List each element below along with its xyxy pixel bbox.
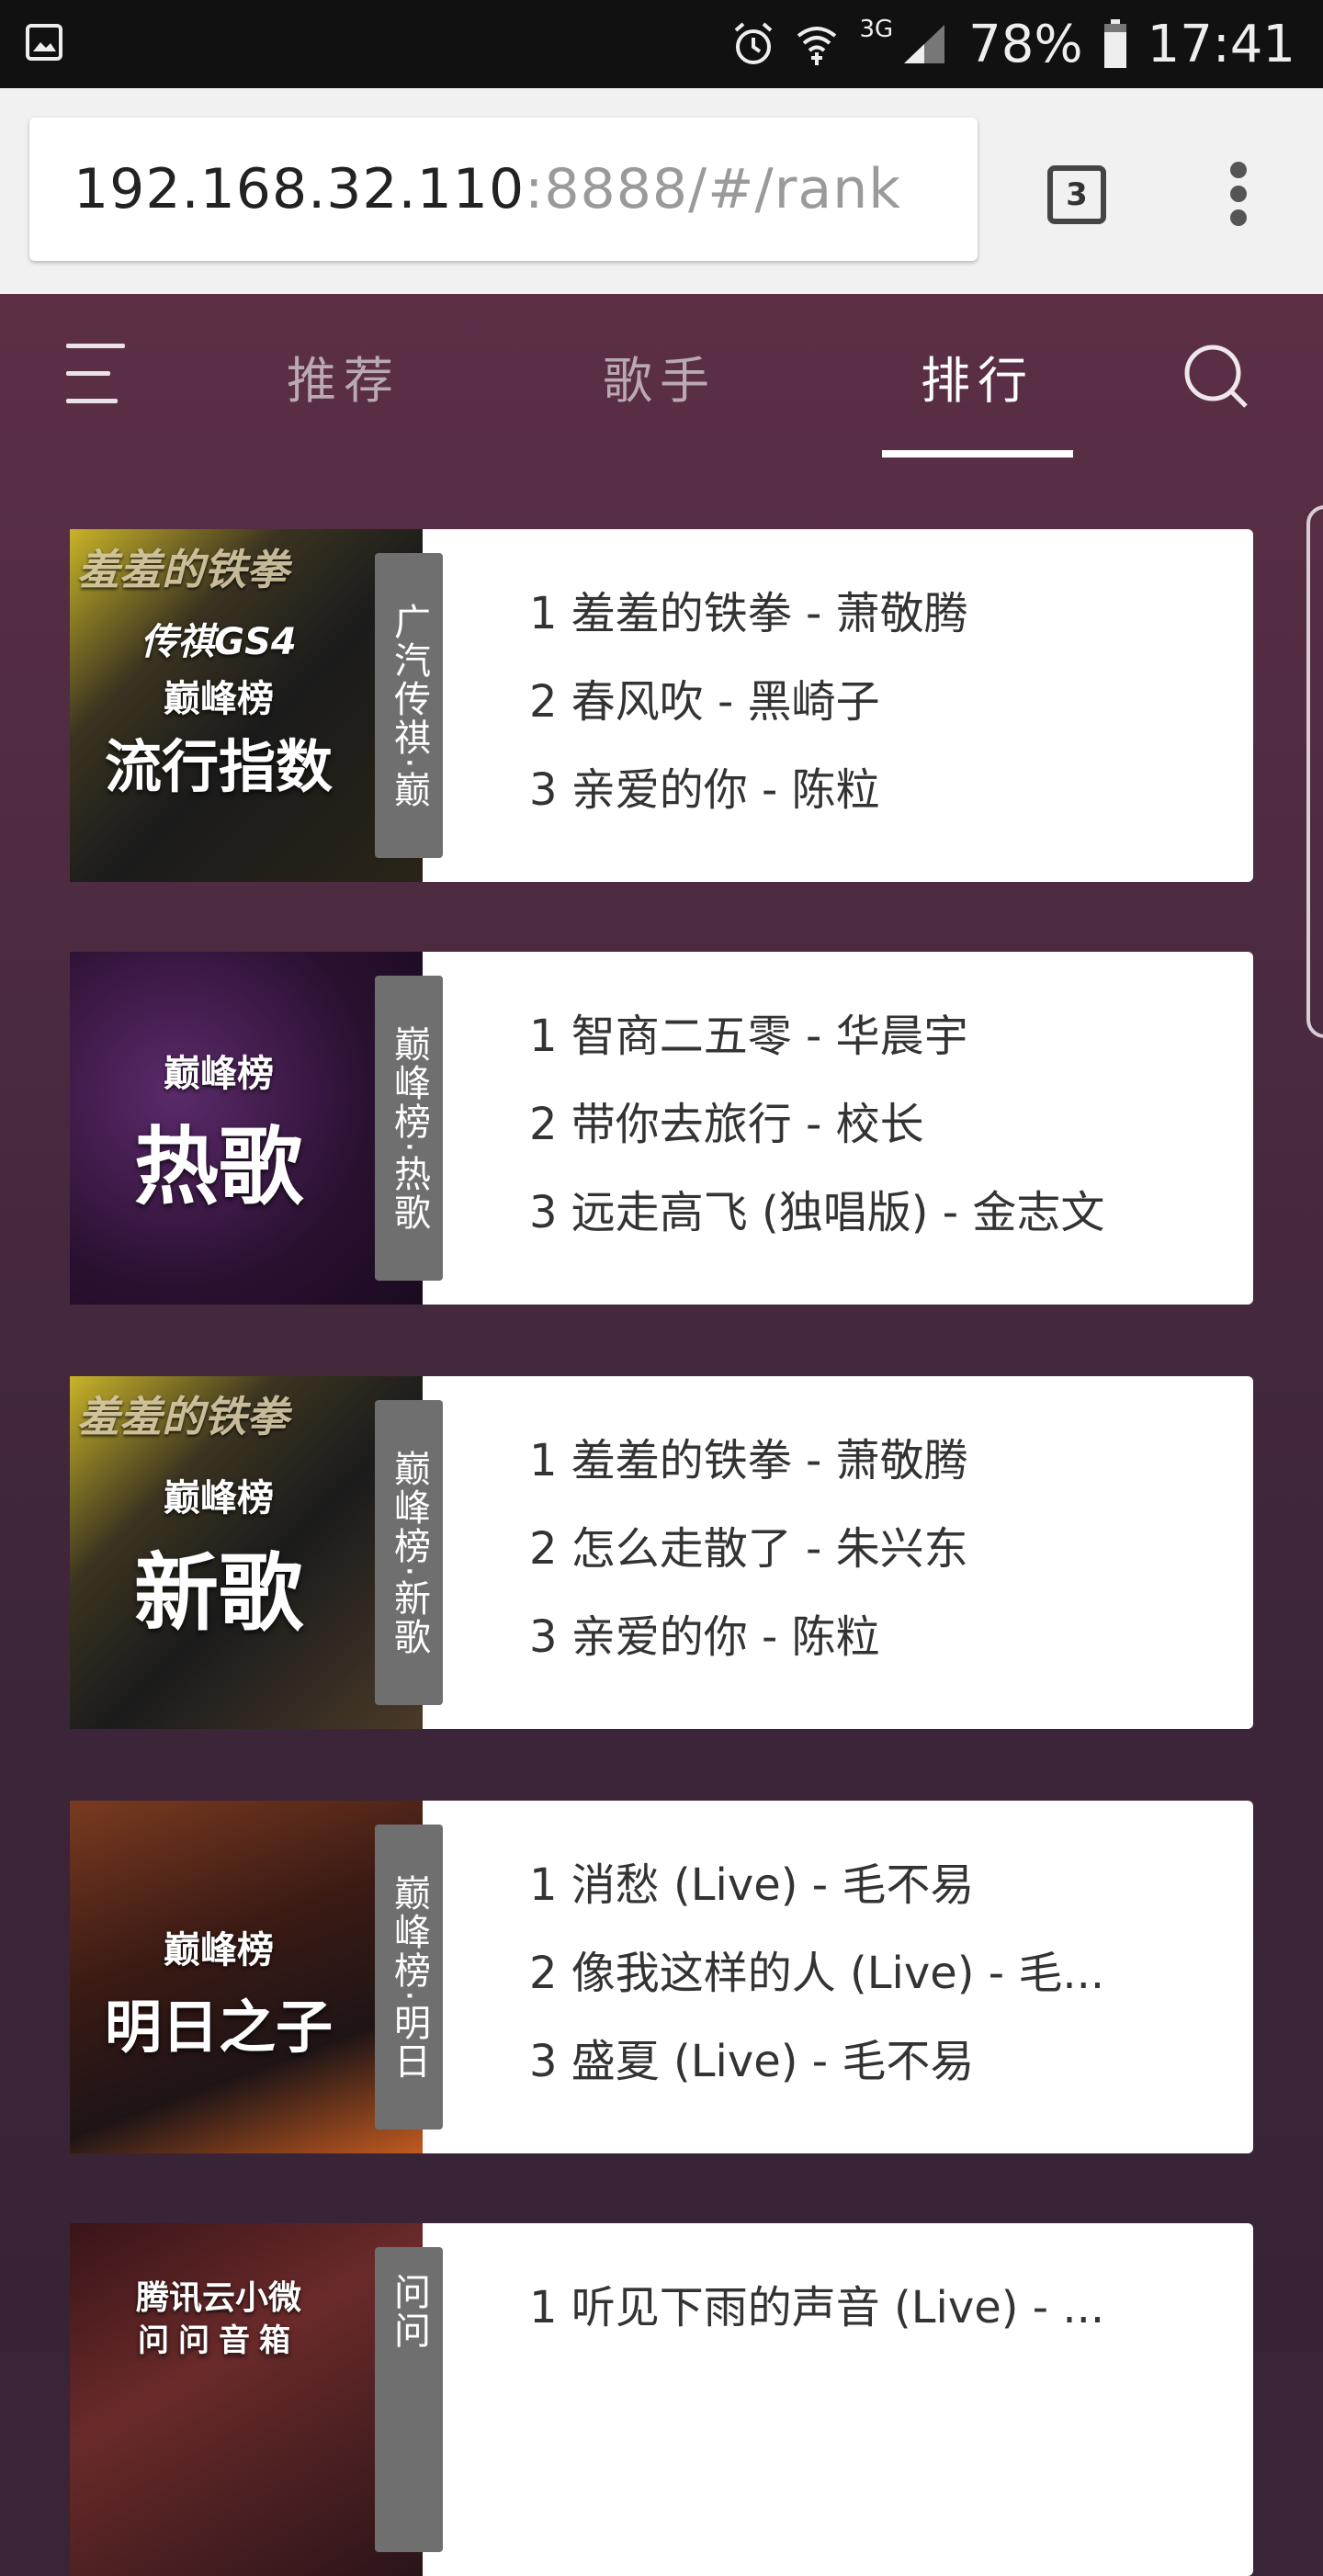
rank-cover-image: 羞羞的铁拳 巅峰榜 新歌	[70, 1376, 423, 1729]
cover-title: 新歌	[133, 1544, 303, 1643]
image-icon	[26, 24, 62, 61]
rank-card[interactable]: 羞羞的铁拳 巅峰榜 新歌 巅峰榜·新歌 1 羞羞的铁拳 - 萧敬腾 2 怎么走散…	[70, 1376, 1253, 1729]
rank-cover-image: 腾讯云小微 问问音箱	[70, 2223, 423, 2576]
tab-singer[interactable]: 歌手	[568, 340, 752, 412]
rank-cover-image: 巅峰榜 热歌	[70, 952, 423, 1305]
scroll-indicator	[1306, 505, 1323, 1038]
battery-percent: 78%	[968, 14, 1083, 74]
tab-switcher-button[interactable]: 3	[1047, 165, 1106, 224]
song-list: 1 消愁 (Live) - 毛不易 2 像我这样的人 (Live) - 毛...…	[529, 1841, 1216, 2106]
cover-logo: 巅峰榜	[164, 1477, 274, 1520]
song-item: 3 远走高飞 (独唱版) - 金志文	[529, 1187, 1105, 1238]
tab-rank[interactable]: 排行	[886, 340, 1069, 412]
url-host: 192.168.32.110	[74, 157, 526, 221]
cover-title: 明日之子	[104, 1994, 333, 2061]
clock: 17:41	[1147, 14, 1295, 74]
rank-card[interactable]: 羞羞的铁拳 传祺GS4 巅峰榜 流行指数 广汽传祺·巅 1 羞羞的铁拳 - 萧敬…	[70, 529, 1253, 882]
url-path: :8888/#/rank	[525, 157, 901, 221]
song-list: 1 羞羞的铁拳 - 萧敬腾 2 春风吹 - 黑崎子 3 亲爱的你 - 陈粒	[529, 570, 1216, 834]
browser-toolbar: 192.168.32.110:8888/#/rank 3	[0, 88, 1323, 294]
rank-tag: 问问	[375, 2247, 443, 2552]
song-item: 1 消愁 (Live) - 毛不易	[529, 1859, 975, 1911]
song-item: 1 听见下雨的声音 (Live) - ...	[529, 2282, 1105, 2333]
rank-tag: 巅峰榜·热歌	[375, 976, 443, 1281]
status-bar: 3G 78% 17:41	[0, 0, 1323, 88]
search-icon[interactable]	[1182, 342, 1251, 412]
song-item: 3 盛夏 (Live) - 毛不易	[529, 2036, 975, 2087]
app-container: 推荐 歌手 排行 羞羞的铁拳 传祺GS4 巅峰榜 流行指数 广汽传祺·巅 1 羞…	[0, 294, 1323, 2576]
song-item: 2 怎么走散了 - 朱兴东	[529, 1523, 968, 1575]
cover-brand-text: 腾讯云小微	[135, 2279, 301, 2317]
wifi-icon	[797, 27, 837, 65]
cover-brand-text: 传祺GS4	[141, 621, 297, 663]
rank-cover-image: 羞羞的铁拳 传祺GS4 巅峰榜 流行指数	[70, 529, 423, 882]
cover-logo: 巅峰榜	[164, 1053, 274, 1095]
song-item: 1 羞羞的铁拳 - 萧敬腾	[529, 588, 968, 639]
rank-tag: 广汽传祺·巅	[375, 553, 443, 858]
song-list: 1 听见下雨的声音 (Live) - ...	[529, 2264, 1216, 2352]
address-bar[interactable]: 192.168.32.110:8888/#/rank	[29, 118, 978, 261]
song-item: 2 春风吹 - 黑崎子	[529, 676, 880, 728]
song-item: 2 带你去旅行 - 校长	[529, 1099, 924, 1150]
cover-title: 热歌	[133, 1118, 303, 1216]
cover-top-text: 羞羞的铁拳	[77, 1392, 288, 1441]
signal-icon	[904, 25, 945, 63]
more-options-icon[interactable]	[1216, 162, 1261, 232]
tab-recommend[interactable]: 推荐	[252, 340, 435, 412]
alarm-icon	[735, 22, 773, 64]
rank-tag: 巅峰榜·新歌	[375, 1400, 443, 1705]
cover-logo: 巅峰榜	[164, 678, 274, 720]
rank-card[interactable]: 巅峰榜 明日之子 巅峰榜·明日 1 消愁 (Live) - 毛不易 2 像我这样…	[70, 1801, 1253, 2153]
song-item: 2 像我这样的人 (Live) - 毛...	[529, 1948, 1105, 1999]
cover-top-text: 羞羞的铁拳	[77, 545, 288, 594]
song-list: 1 智商二五零 - 华晨宇 2 带你去旅行 - 校长 3 远走高飞 (独唱版) …	[529, 992, 1216, 1257]
network-type-label: 3G	[859, 16, 894, 43]
song-item: 3 亲爱的你 - 陈粒	[529, 764, 880, 816]
rank-card[interactable]: 巅峰榜 热歌 巅峰榜·热歌 1 智商二五零 - 华晨宇 2 带你去旅行 - 校长…	[70, 952, 1253, 1305]
menu-icon[interactable]	[66, 342, 129, 408]
battery-icon	[1103, 19, 1126, 68]
song-item: 1 智商二五零 - 华晨宇	[529, 1011, 968, 1062]
song-item: 3 亲爱的你 - 陈粒	[529, 1611, 880, 1663]
rank-cover-image: 巅峰榜 明日之子	[70, 1801, 423, 2153]
cover-logo: 巅峰榜	[164, 1929, 274, 1972]
rank-card[interactable]: 腾讯云小微 问问音箱 问问 1 听见下雨的声音 (Live) - ...	[70, 2223, 1253, 2576]
song-item: 1 羞羞的铁拳 - 萧敬腾	[529, 1435, 968, 1486]
top-nav: 推荐 歌手 排行	[0, 294, 1323, 478]
rank-tag: 巅峰榜·明日	[375, 1825, 443, 2130]
cover-title: 问问音箱	[138, 2322, 300, 2359]
cover-title: 流行指数	[104, 733, 333, 800]
song-list: 1 羞羞的铁拳 - 萧敬腾 2 怎么走散了 - 朱兴东 3 亲爱的你 - 陈粒	[529, 1417, 1216, 1681]
active-tab-indicator	[882, 450, 1073, 458]
